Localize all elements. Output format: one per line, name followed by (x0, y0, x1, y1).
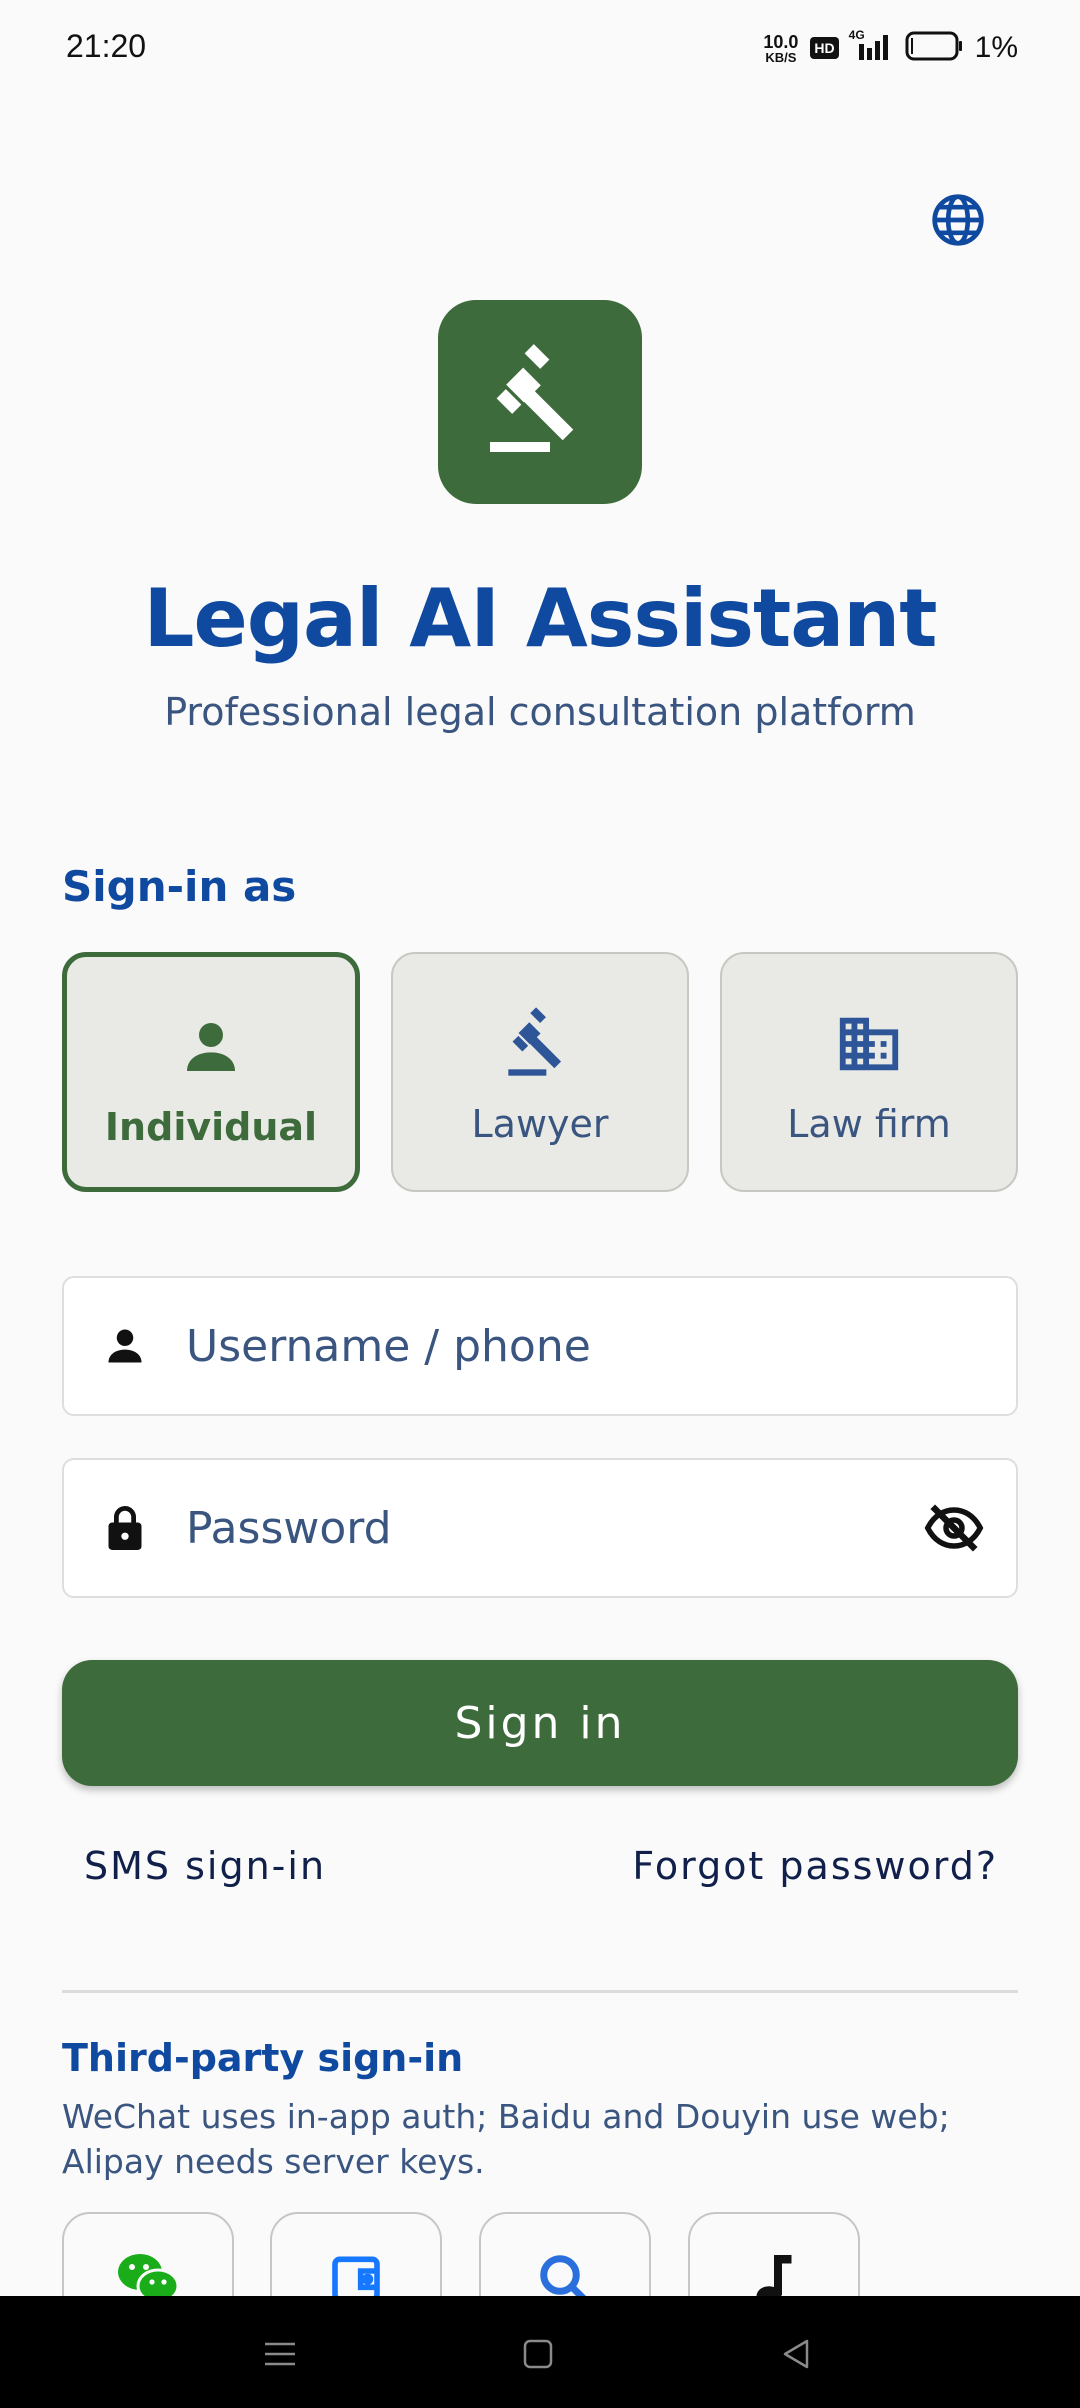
building-icon (839, 1017, 899, 1071)
sms-signin-link[interactable]: SMS sign-in (84, 1844, 326, 1888)
signin-as-heading: Sign-in as (62, 862, 297, 911)
back-icon (783, 2339, 809, 2369)
username-field[interactable] (62, 1276, 1018, 1416)
home-icon (523, 2339, 553, 2369)
signin-button[interactable]: Sign in (62, 1660, 1018, 1786)
app-title: Legal AI Assistant (143, 572, 938, 665)
eye-off-icon (924, 1504, 984, 1552)
role-individual-card[interactable]: Individual (62, 952, 360, 1192)
battery-percent: 1% (974, 31, 1018, 64)
password-field[interactable] (62, 1458, 1018, 1598)
app-subtitle: Professional legal consultation platform (164, 690, 916, 734)
status-icons: 10.0 KB/S HD 4G 1% (763, 28, 1018, 68)
network-type: 4G (848, 28, 865, 42)
role-label: Individual (104, 1105, 318, 1149)
divider (62, 1990, 1018, 1993)
battery-icon (905, 31, 963, 65)
network-speed: 10.0 KB/S (763, 31, 799, 65)
status-bar: 21:20 10.0 KB/S HD 4G 1% (0, 0, 1080, 96)
third-party-heading: Third-party sign-in (62, 2036, 464, 2080)
third-party-description: WeChat uses in-app auth; Baidu and Douyi… (62, 2097, 950, 2181)
menu-icon (265, 2342, 295, 2366)
username-input[interactable] (186, 1278, 1016, 1414)
signal-icon: 4G (849, 28, 893, 64)
app-logo (438, 300, 642, 504)
role-lawfirm-card[interactable]: Law firm (720, 952, 1018, 1192)
forgot-password-link[interactable]: Forgot password? (632, 1844, 998, 1888)
person-icon (108, 1329, 142, 1363)
language-button[interactable] (928, 190, 988, 250)
globe-icon (932, 194, 984, 246)
role-label: Law firm (787, 1102, 951, 1146)
home-button[interactable] (510, 2326, 566, 2382)
role-label: Lawyer (471, 1102, 609, 1146)
back-button[interactable] (768, 2326, 824, 2382)
person-icon (187, 1023, 235, 1071)
lock-icon (108, 1506, 142, 1550)
status-time: 21:20 (66, 28, 147, 64)
system-navigation-bar (0, 2296, 1080, 2408)
hd-badge: HD (810, 37, 839, 59)
gavel-icon (490, 344, 574, 452)
gavel-icon (508, 1007, 562, 1076)
password-input[interactable] (186, 1460, 922, 1596)
role-lawyer-card[interactable]: Lawyer (391, 952, 689, 1192)
menu-button[interactable] (252, 2326, 308, 2382)
toggle-visibility-button[interactable] (922, 1498, 986, 1558)
